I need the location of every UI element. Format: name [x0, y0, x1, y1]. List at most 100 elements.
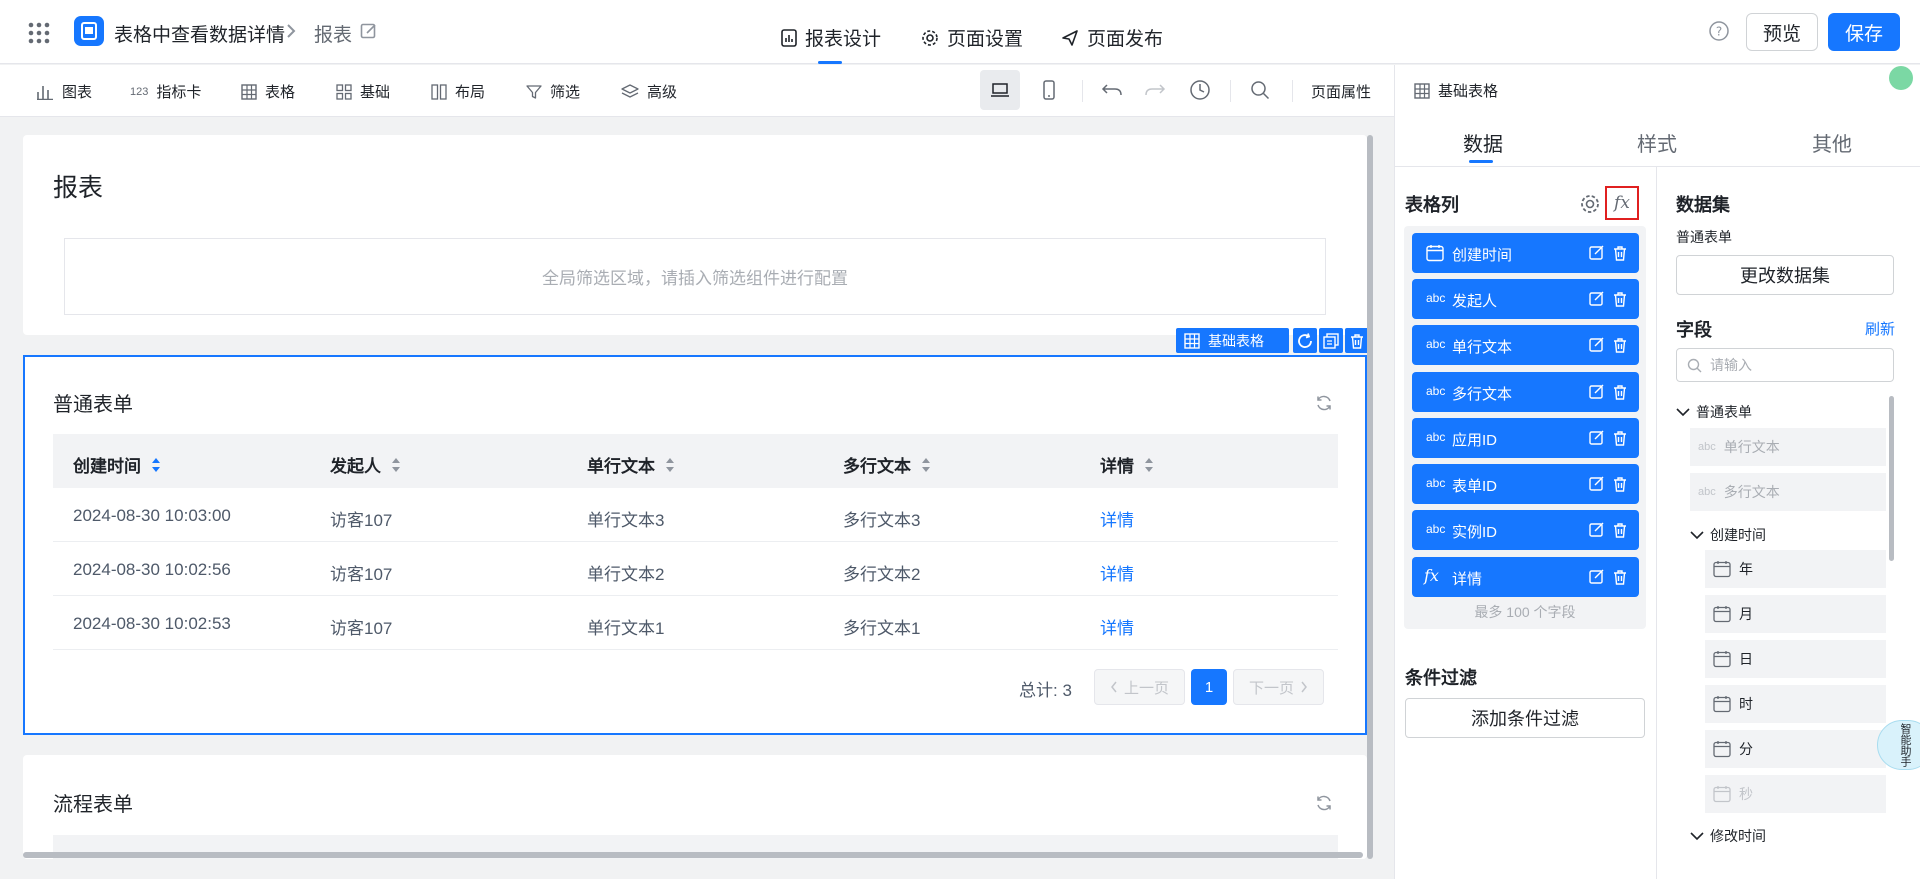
selected-component-tag[interactable]: 基础表格	[1176, 328, 1289, 353]
trash-icon[interactable]	[1612, 337, 1628, 353]
formula-fx-button[interactable]: fx	[1605, 186, 1639, 220]
page-number-current[interactable]: 1	[1191, 669, 1227, 705]
tab-report-design[interactable]: 报表设计	[781, 24, 881, 51]
undo-button[interactable]	[1092, 70, 1132, 110]
edit-icon[interactable]	[1589, 384, 1605, 400]
sort-icon[interactable]	[921, 457, 931, 473]
field-leaf-second[interactable]: 秒	[1705, 775, 1886, 813]
edit-icon[interactable]	[1589, 569, 1605, 585]
tab-page-publish[interactable]: 页面发布	[1061, 24, 1163, 51]
tool-advanced[interactable]: 高级	[621, 81, 677, 102]
canvas-horizontal-scrollbar[interactable]	[23, 852, 1363, 858]
column-item-single-text[interactable]: abc 单行文本	[1412, 325, 1639, 365]
column-header-multi-text[interactable]: 多行文本	[843, 452, 931, 477]
tool-label: 指标卡	[156, 84, 202, 101]
apps-grid-icon[interactable]	[28, 22, 50, 44]
page-properties-button[interactable]: 页面属性	[1311, 81, 1371, 102]
trash-icon[interactable]	[1612, 291, 1628, 307]
table-row[interactable]	[53, 488, 1338, 542]
sort-icon[interactable]	[151, 457, 161, 473]
column-item-initiator[interactable]: abc 发起人	[1412, 279, 1639, 319]
field-leaf-month[interactable]: 月	[1705, 595, 1886, 633]
canvas-vertical-scrollbar[interactable]	[1367, 135, 1373, 859]
tree-node-created-time[interactable]: 创建时间	[1690, 525, 1766, 545]
prev-page-button[interactable]: 上一页	[1094, 669, 1185, 705]
column-item-detail[interactable]: fx 详情	[1412, 557, 1639, 597]
add-condition-button[interactable]: 添加条件过滤	[1405, 698, 1645, 738]
field-search-input[interactable]: 请输入	[1676, 348, 1894, 382]
trash-icon[interactable]	[1612, 476, 1628, 492]
tool-metric-card[interactable]: 123 指标卡	[130, 81, 201, 102]
tab-style[interactable]: 样式	[1637, 128, 1677, 157]
edit-icon[interactable]	[1589, 245, 1605, 261]
field-leaf-multi-text[interactable]: abc 多行文本	[1690, 473, 1886, 511]
detail-link[interactable]: 详情	[1100, 614, 1134, 639]
tab-data[interactable]: 数据	[1463, 128, 1503, 157]
next-page-button[interactable]: 下一页	[1233, 669, 1324, 705]
sort-icon[interactable]	[391, 457, 401, 473]
edit-icon[interactable]	[1589, 430, 1605, 446]
tool-chart[interactable]: 图表	[36, 81, 92, 102]
global-filter-zone[interactable]: 全局筛选区域，请插入筛选组件进行配置	[64, 238, 1326, 315]
refresh-table-icon[interactable]	[1315, 394, 1333, 412]
tool-basic[interactable]: 基础	[336, 81, 390, 102]
column-header-initiator[interactable]: 发起人	[330, 452, 401, 477]
trash-icon[interactable]	[1612, 522, 1628, 538]
tree-node-dataset[interactable]: 普通表单	[1676, 402, 1752, 422]
history-button[interactable]	[1180, 70, 1220, 110]
sort-icon[interactable]	[665, 457, 675, 473]
column-header-created[interactable]: 创建时间	[73, 452, 161, 477]
detail-link[interactable]: 详情	[1100, 506, 1134, 531]
refresh-fields-link[interactable]: 刷新	[1865, 318, 1895, 339]
app-title[interactable]: 表格中查看数据详情	[114, 20, 285, 47]
column-header-detail[interactable]: 详情	[1100, 452, 1154, 477]
trash-icon[interactable]	[1612, 245, 1628, 261]
detail-link[interactable]: 详情	[1100, 560, 1134, 585]
reload-component-button[interactable]	[1293, 328, 1317, 353]
assistant-floating-button[interactable]: 智能助手	[1877, 720, 1920, 770]
tree-node-modified-time[interactable]: 修改时间	[1690, 826, 1766, 846]
column-item-multi-text[interactable]: abc 多行文本	[1412, 372, 1639, 412]
tool-layout[interactable]: 布局	[431, 81, 485, 102]
copy-component-button[interactable]	[1319, 328, 1343, 353]
trash-icon[interactable]	[1612, 384, 1628, 400]
tab-page-settings[interactable]: 页面设置	[921, 24, 1023, 51]
tab-other[interactable]: 其他	[1812, 128, 1852, 157]
column-item-created[interactable]: 创建时间	[1412, 233, 1639, 273]
search-button[interactable]	[1240, 70, 1280, 110]
column-item-instance-id[interactable]: abc 实例ID	[1412, 510, 1639, 550]
field-leaf-minute[interactable]: 分	[1705, 730, 1886, 768]
field-leaf-hour[interactable]: 时	[1705, 685, 1886, 723]
edit-icon[interactable]	[1589, 291, 1605, 307]
refresh-table-icon[interactable]	[1315, 794, 1333, 812]
tool-table[interactable]: 表格	[241, 81, 295, 102]
trash-icon[interactable]	[1612, 430, 1628, 446]
column-item-app-id[interactable]: abc 应用ID	[1412, 418, 1639, 458]
breadcrumb-page[interactable]: 报表	[314, 20, 352, 47]
field-leaf-single-text[interactable]: abc 单行文本	[1690, 428, 1886, 466]
tool-filter[interactable]: 筛选	[526, 81, 580, 102]
desktop-view-button[interactable]	[980, 70, 1020, 110]
delete-component-button[interactable]	[1345, 328, 1369, 353]
field-leaf-year[interactable]: 年	[1705, 550, 1886, 588]
redo-button[interactable]	[1135, 70, 1175, 110]
edit-icon[interactable]	[1589, 476, 1605, 492]
preview-button[interactable]: 预览	[1746, 13, 1818, 51]
column-header-single-text[interactable]: 单行文本	[587, 452, 675, 477]
help-icon[interactable]: ?	[1708, 20, 1730, 42]
edit-title-icon[interactable]	[360, 22, 378, 40]
fields-scrollbar[interactable]	[1889, 396, 1894, 561]
mobile-view-button[interactable]	[1029, 70, 1069, 110]
report-title[interactable]: 报表	[53, 168, 103, 204]
table-row[interactable]	[53, 542, 1338, 596]
field-leaf-day[interactable]: 日	[1705, 640, 1886, 678]
table-row[interactable]	[53, 596, 1338, 650]
sort-icon[interactable]	[1144, 457, 1154, 473]
gear-icon[interactable]	[1579, 193, 1601, 215]
column-item-form-id[interactable]: abc 表单ID	[1412, 464, 1639, 504]
change-dataset-button[interactable]: 更改数据集	[1676, 255, 1894, 295]
edit-icon[interactable]	[1589, 337, 1605, 353]
edit-icon[interactable]	[1589, 522, 1605, 538]
trash-icon[interactable]	[1612, 569, 1628, 585]
save-button[interactable]: 保存	[1828, 13, 1900, 51]
